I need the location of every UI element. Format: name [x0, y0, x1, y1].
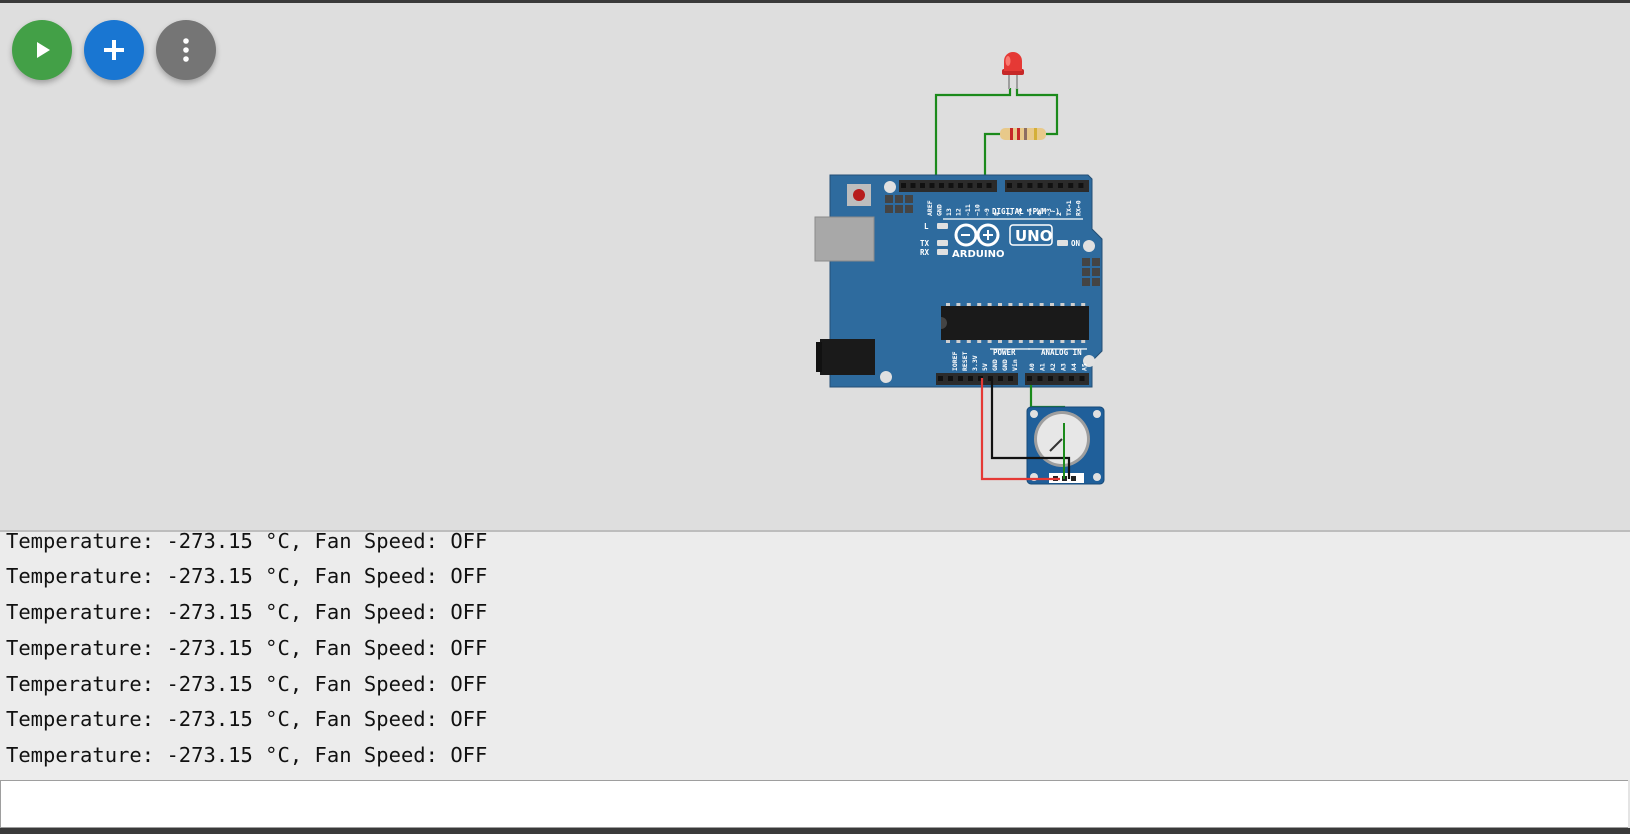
led-label-tx: TX — [920, 239, 930, 248]
digital-header-label: DIGITAL (PWM ~) — [992, 207, 1060, 216]
analog-pin-label: A0 — [1028, 363, 1036, 371]
analog-pin-label: A5 — [1081, 363, 1089, 371]
console-line: Temperature: -273.15 °C, Fan Speed: OFF — [6, 707, 488, 731]
console-line: Temperature: -273.15 °C, Fan Speed: OFF — [6, 636, 488, 660]
resistor[interactable] — [1000, 128, 1046, 140]
analog-in-label: ANALOG IN — [1041, 348, 1082, 357]
analog-pin-label: A2 — [1049, 363, 1057, 371]
wire-led-to-resistor[interactable] — [1015, 88, 1059, 136]
model-label: UNO — [1015, 227, 1053, 245]
digital-pin-label: RX←0 — [1075, 200, 1083, 216]
digital-pin-label: ~10 — [974, 204, 982, 216]
console-line: Temperature: -273.15 °C, Fan Speed: OFF — [6, 672, 488, 696]
analog-pin-label: A4 — [1070, 363, 1078, 371]
analog-header — [1025, 373, 1089, 385]
digital-pin-label: ~9 — [983, 208, 991, 216]
rotary-potentiometer[interactable] — [1026, 406, 1105, 485]
analog-pin-label: A1 — [1039, 363, 1047, 371]
digital-pin-label: 12 — [955, 208, 963, 216]
digital-pin-label: ~11 — [964, 204, 972, 216]
digital-pin-label: TX→1 — [1065, 200, 1073, 216]
power-pin-label: GND — [1001, 359, 1009, 371]
led-label-rx: RX — [920, 248, 930, 257]
power-pin-label: Vin — [1011, 359, 1019, 371]
brand-label: ARDUINO — [952, 249, 1004, 260]
console-line: Temperature: -273.15 °C, Fan Speed: OFF — [6, 532, 488, 553]
power-pin-label: 3.3V — [971, 355, 979, 371]
analog-pin-label: A3 — [1060, 363, 1068, 371]
console-line: Temperature: -273.15 °C, Fan Speed: OFF — [6, 564, 488, 588]
wire-gnd-to-led[interactable] — [934, 88, 1012, 183]
power-pin-label: RESET — [961, 351, 969, 371]
arduino-uno-board[interactable]: AREF GND 13 12 ~11 ~10 ~9 8 7 ~6 ~5 4 ~3 2 TX→1 RX←0 IO… — [814, 174, 1103, 388]
atmega-chip — [941, 306, 1089, 340]
reset-button — [853, 189, 865, 201]
digital-pin-label: 13 — [945, 208, 953, 216]
circuit-diagram: AREF GND 13 12 ~11 ~10 ~9 8 7 ~6 ~5 4 ~3 2 TX→1 RX←0 IO… — [814, 52, 1105, 485]
red-led[interactable] — [1002, 52, 1024, 89]
serial-input-field[interactable] — [0, 780, 1628, 828]
window-bottom-edge — [0, 828, 1630, 834]
digital-pin-label: GND — [936, 204, 944, 216]
power-pin-label: IOREF — [951, 351, 959, 371]
digital-pin-label: AREF — [926, 200, 934, 216]
led-label-l: L — [924, 222, 929, 231]
console-line: Temperature: -273.15 °C, Fan Speed: OFF — [6, 600, 488, 624]
power-label: POWER — [993, 348, 1016, 357]
power-pin-label: GND — [991, 359, 999, 371]
led-label-on: ON — [1071, 239, 1081, 248]
usb-port — [814, 216, 875, 262]
simulation-canvas[interactable]: AREF GND 13 12 ~11 ~10 ~9 8 7 ~6 ~5 4 ~3 2 TX→1 RX←0 IO… — [0, 3, 1630, 530]
power-jack — [820, 339, 875, 375]
power-pin-label: 5V — [981, 363, 989, 371]
console-line: Temperature: -273.15 °C, Fan Speed: OFF — [6, 743, 488, 767]
serial-monitor[interactable]: Temperature: -273.15 °C, Fan Speed: OFF … — [0, 532, 1630, 780]
